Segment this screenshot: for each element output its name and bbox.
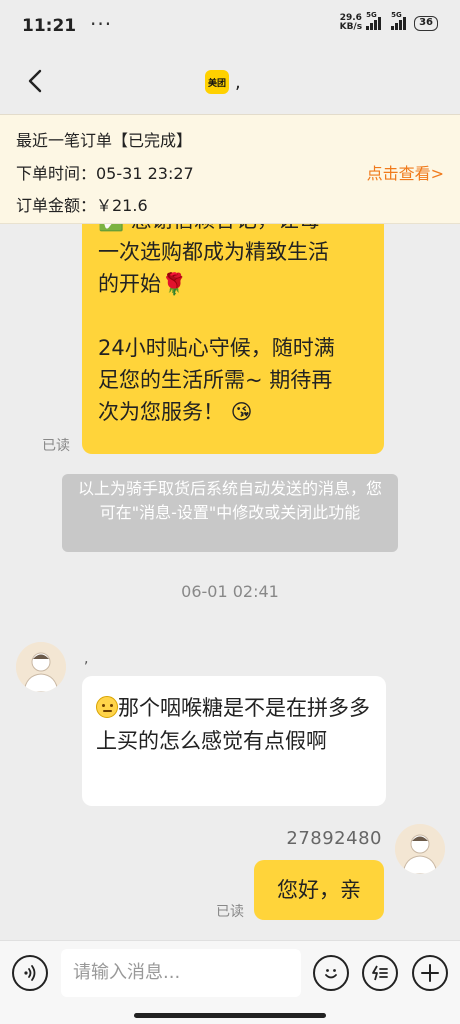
merchant-name: 27892480	[286, 828, 382, 849]
order-card[interactable]: 最近一笔订单【已完成】 下单时间：05-31 23:27 订单金额：￥21.6 …	[0, 114, 460, 224]
order-title: 最近一笔订单【已完成】	[16, 131, 193, 150]
emoji-button[interactable]	[313, 955, 349, 991]
read-receipt: 已读	[216, 904, 244, 920]
voice-button[interactable]	[12, 955, 48, 991]
view-order-link[interactable]: 点击查看>	[367, 160, 444, 184]
more-dots-icon: ···	[90, 12, 113, 36]
auto-reply-bubble[interactable]: ✅ 感谢信赖答记，让每 一次选购都成为精致生活 的开始🌹 24小时贴心守候，随时…	[82, 224, 384, 454]
contact-name: ,	[235, 71, 241, 93]
customer-message-bubble[interactable]: 那个咽喉糖是不是在拼多多上买的怎么感觉有点假啊	[82, 676, 386, 806]
order-amount: 订单金额：￥21.6	[16, 196, 148, 215]
status-icons: 29.6 KB/s 5G 5G 36	[339, 11, 438, 32]
message-input[interactable]: 请输入消息...	[61, 949, 301, 997]
system-notice: 以上为骑手取货后系统自动发送的消息，您可在"消息-设置"中修改或关闭此功能	[62, 474, 398, 552]
emoji-icon	[96, 696, 118, 718]
meituan-logo: 美团	[205, 70, 229, 94]
quick-reply-button[interactable]	[362, 955, 398, 991]
status-bar: 11:21 ··· 29.6 KB/s 5G 5G 36	[0, 0, 460, 52]
chevron-left-icon	[28, 69, 42, 93]
plus-icon	[421, 964, 439, 982]
message-timestamp: 06-01 02:41	[181, 582, 279, 601]
input-bar: 请输入消息...	[0, 940, 460, 1024]
merchant-message-bubble[interactable]: 您好，亲	[254, 860, 384, 920]
status-time: 11:21	[22, 16, 77, 36]
signal-2-icon: 5G	[391, 11, 407, 30]
quick-reply-icon	[372, 965, 388, 981]
chat-header: 美团 ,	[0, 52, 460, 114]
person-icon	[395, 824, 445, 874]
customer-name: ,	[84, 651, 89, 667]
voice-icon	[24, 965, 36, 981]
person-icon	[16, 642, 66, 692]
network-speed: 29.6 KB/s	[339, 13, 363, 32]
back-button[interactable]	[22, 66, 52, 96]
home-indicator[interactable]	[134, 1013, 326, 1018]
merchant-avatar[interactable]	[395, 824, 445, 874]
message-list[interactable]: ✅ 感谢信赖答记，让每 一次选购都成为精致生活 的开始🌹 24小时贴心守候，随时…	[0, 224, 460, 940]
customer-avatar[interactable]	[16, 642, 66, 692]
order-time: 下单时间：05-31 23:27	[16, 164, 194, 183]
battery-icon: 36	[414, 15, 438, 31]
signal-1-icon: 5G	[366, 11, 382, 30]
read-receipt: 已读	[42, 438, 70, 454]
more-button[interactable]	[412, 955, 448, 991]
chat-title: 美团 ,	[205, 70, 241, 94]
smile-icon	[325, 969, 337, 979]
